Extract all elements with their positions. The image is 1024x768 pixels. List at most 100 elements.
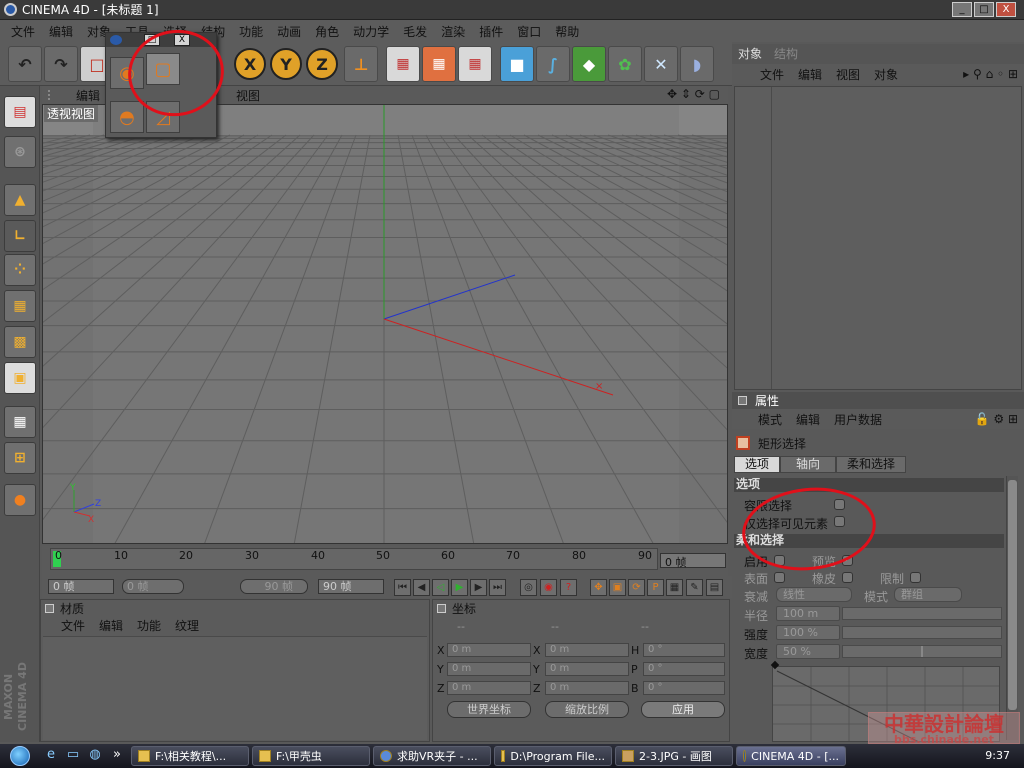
record-icon[interactable]: ◎	[520, 579, 537, 596]
viewport-menu-edit[interactable]: 编辑	[68, 87, 108, 104]
task-folder-beetle[interactable]: F:\甲壳虫	[252, 746, 370, 766]
menu-edit[interactable]: 编辑	[42, 23, 80, 40]
panel-toggle-icon[interactable]	[738, 396, 747, 405]
environment-icon[interactable]: ◗	[680, 46, 714, 82]
goto-start-icon[interactable]: ⏮	[394, 579, 411, 596]
prev-key-icon[interactable]: ◀	[413, 579, 430, 596]
quicklaunch-more-icon[interactable]: »	[108, 747, 126, 765]
falloff-select[interactable]: 线性	[776, 587, 852, 602]
panel-toggle-icon[interactable]	[437, 603, 446, 613]
key-point-icon[interactable]: ✎	[686, 579, 703, 596]
model-mode-icon[interactable]: ▲	[4, 184, 36, 216]
radius-field[interactable]: 100 m	[776, 606, 840, 621]
attr-toolbar-icons[interactable]: 🔓 ⚙ ⊞	[975, 412, 1018, 426]
rotation-h-field[interactable]: 0 °	[643, 643, 725, 657]
explorer-icon[interactable]: ◍	[86, 747, 104, 765]
rotation-p-field[interactable]: 0 °	[643, 662, 725, 676]
rotation-b-field[interactable]: 0 °	[643, 681, 725, 695]
task-folder-tutorials[interactable]: F:\相关教程\...	[131, 746, 249, 766]
restrict-checkbox[interactable]	[910, 572, 921, 583]
deformer-icon[interactable]: ✕	[644, 46, 678, 82]
key-parameter-icon[interactable]: P	[647, 579, 664, 596]
objects-menu-edit[interactable]: 编辑	[798, 66, 822, 83]
materials-menu-texture[interactable]: 纹理	[175, 617, 199, 634]
section-options[interactable]: 选项	[734, 478, 1004, 492]
render-picture-viewer-icon[interactable]: ▦	[458, 46, 492, 82]
range-start-field[interactable]: 0 帧	[122, 579, 184, 594]
task-paint[interactable]: 2-3.JPG - 画图	[615, 746, 733, 766]
start-frame-field[interactable]: 0 帧	[48, 579, 114, 594]
start-button[interactable]	[0, 744, 40, 768]
perspective-viewport[interactable]: ×	[42, 104, 728, 544]
size-z-field[interactable]: 0 m	[545, 681, 629, 695]
position-x-field[interactable]: 0 m	[447, 643, 531, 657]
mode-select[interactable]: 群组	[894, 587, 962, 602]
attr-menu-edit[interactable]: 编辑	[796, 411, 820, 428]
menu-plugins[interactable]: 插件	[472, 23, 510, 40]
axis-x-button[interactable]: X	[234, 48, 266, 80]
apply-button[interactable]: 应用	[641, 701, 725, 718]
surface-checkbox[interactable]	[774, 572, 785, 583]
array-icon[interactable]: ✿	[608, 46, 642, 82]
coordinate-system-icon[interactable]: ⊥	[344, 46, 378, 82]
task-folder-program-files[interactable]: D:\Program File...	[494, 746, 612, 766]
strength-slider[interactable]	[842, 626, 1002, 639]
axis-y-button[interactable]: Y	[270, 48, 302, 80]
scale-mode-select[interactable]: 缩放比例	[545, 701, 629, 718]
key-position-icon[interactable]: ✥	[590, 579, 607, 596]
checkerboard-icon[interactable]: ▦	[4, 406, 36, 438]
tab-axis[interactable]: 轴向	[780, 456, 837, 473]
nurbs-icon[interactable]: ◆	[572, 46, 606, 82]
points-mode-icon[interactable]: ⁘	[4, 254, 36, 286]
render-view-icon[interactable]: ▦	[386, 46, 420, 82]
objects-menu-file[interactable]: 文件	[760, 66, 784, 83]
menu-render[interactable]: 渲染	[434, 23, 472, 40]
size-y-field[interactable]: 0 m	[545, 662, 629, 676]
strength-field[interactable]: 100 %	[776, 625, 840, 640]
lasso-selection-tool-icon[interactable]: ◓	[110, 101, 144, 133]
cube-object-icon[interactable]: ■	[500, 46, 534, 82]
show-desktop-icon[interactable]: ▭	[64, 747, 82, 765]
position-z-field[interactable]: 0 m	[447, 681, 531, 695]
rubber-checkbox[interactable]	[842, 572, 853, 583]
menu-window[interactable]: 窗口	[510, 23, 548, 40]
viewport-menu-view[interactable]: 视图	[228, 87, 268, 104]
live-select-icon[interactable]: ⊛	[4, 136, 36, 168]
close-button[interactable]: X	[996, 2, 1016, 17]
minimize-button[interactable]: _	[952, 2, 972, 17]
materials-list[interactable]	[43, 636, 427, 740]
workplane-icon[interactable]: ⊞	[4, 442, 36, 474]
sculpt-icon[interactable]: ●	[4, 484, 36, 516]
menu-dynamics[interactable]: 动力学	[346, 23, 396, 40]
tab-objects[interactable]: 对象	[732, 43, 768, 64]
keyframe-selection-icon[interactable]: ?	[560, 579, 577, 596]
edges-mode-icon[interactable]: ▦	[4, 290, 36, 322]
size-x-field[interactable]: 0 m	[545, 643, 629, 657]
position-y-field[interactable]: 0 m	[447, 662, 531, 676]
attr-menu-mode[interactable]: 模式	[758, 411, 782, 428]
ie-icon[interactable]: e	[42, 747, 60, 765]
object-list[interactable]	[734, 86, 1022, 390]
objects-menu-view[interactable]: 视图	[836, 66, 860, 83]
task-browser[interactable]: 求助VR夹子 - ...	[373, 746, 491, 766]
viewport-layout-icon[interactable]: ▤	[4, 96, 36, 128]
play-backward-icon[interactable]: ◁	[432, 579, 449, 596]
menu-file[interactable]: 文件	[4, 23, 42, 40]
render-region-icon[interactable]: ▦	[422, 46, 456, 82]
key-scale-icon[interactable]: ▣	[609, 579, 626, 596]
menu-functions[interactable]: 功能	[232, 23, 270, 40]
range-end-field[interactable]: 90 帧	[240, 579, 308, 594]
menu-hair[interactable]: 毛发	[396, 23, 434, 40]
materials-menu-function[interactable]: 功能	[137, 617, 161, 634]
auto-key-icon[interactable]: ◉	[540, 579, 557, 596]
objects-menu-objects[interactable]: 对象	[874, 66, 898, 83]
width-slider-handle[interactable]	[921, 646, 923, 657]
key-pla-icon[interactable]: ▦	[666, 579, 683, 596]
attributes-scrollbar[interactable]	[1006, 476, 1018, 740]
object-axis-icon[interactable]: ∟	[4, 220, 36, 252]
key-more-icon[interactable]: ▤	[706, 579, 723, 596]
width-slider[interactable]	[842, 645, 1002, 658]
maximize-button[interactable]: □	[974, 2, 994, 17]
tab-structure[interactable]: 结构	[768, 43, 804, 64]
spline-icon[interactable]: ∫	[536, 46, 570, 82]
